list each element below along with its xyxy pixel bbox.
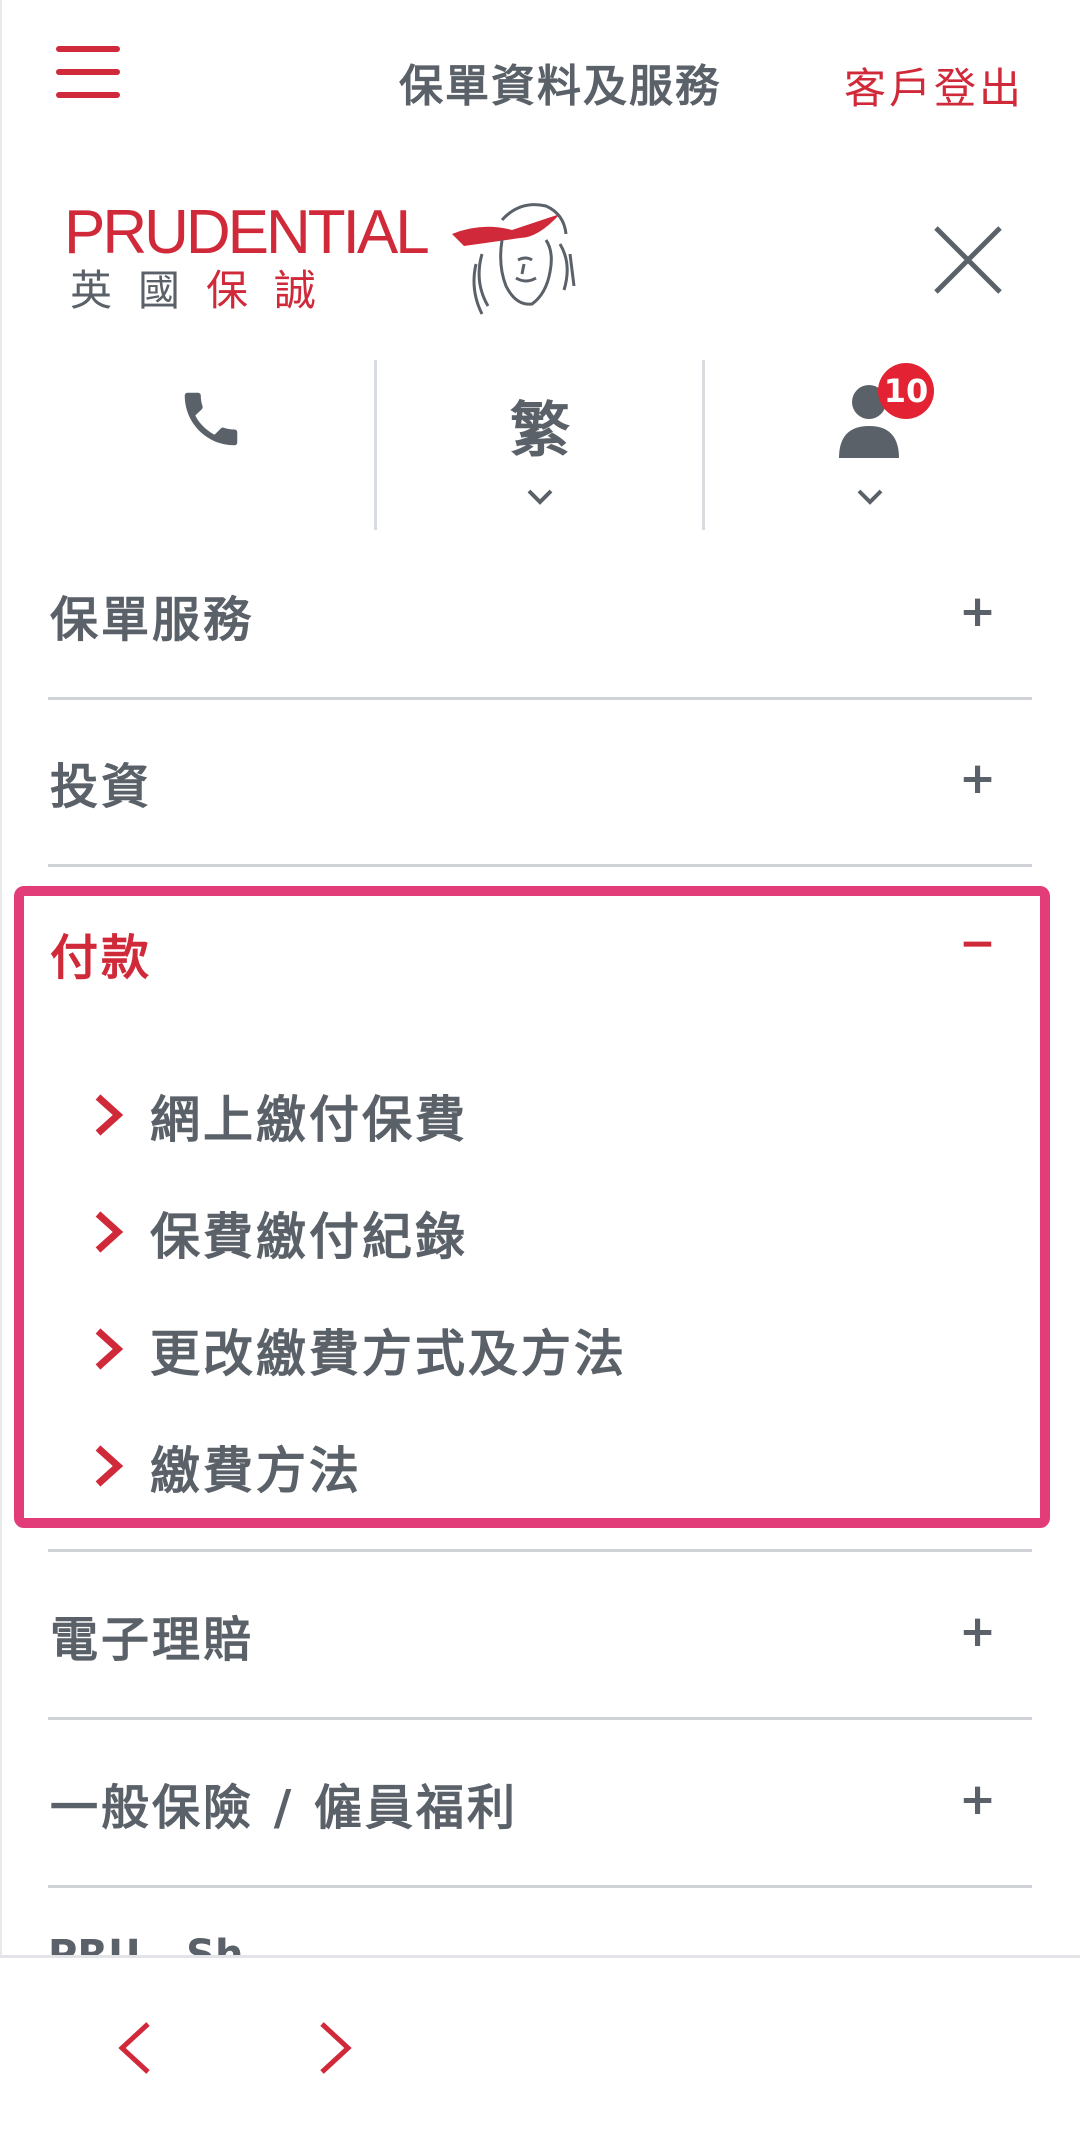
account-menu[interactable] [760,360,980,530]
submenu-label: 保費繳付紀錄 [150,1208,468,1266]
divider [48,1885,1032,1888]
divider [48,697,1032,700]
close-icon[interactable] [930,222,1006,298]
section-e-claims[interactable]: 電子理賠 + [48,1600,1032,1670]
submenu-label: 繳費方法 [150,1442,362,1500]
phone-icon [184,392,238,446]
section-label: 電子理賠 [50,1612,255,1668]
prudential-logo[interactable]: PRUDENTIAL 英國保誠 [64,198,576,320]
browser-nav-bar [0,1955,1080,2131]
chevron-right-icon [95,1211,124,1253]
utility-divider [374,360,377,530]
section-label: 保單服務 [50,592,255,648]
chevron-right-icon[interactable] [310,2018,360,2078]
phone-button[interactable] [100,360,320,530]
section-payment[interactable]: 付款 − [48,918,1032,988]
section-policy-services[interactable]: 保單服務 + [48,580,1032,650]
submenu-label: 網上繳付保費 [150,1091,468,1149]
logo-chinese-red: 保誠 [206,266,343,315]
divider [48,1717,1032,1720]
language-label: 繁 [510,396,570,466]
section-label: 投資 [50,759,153,815]
chevron-right-icon [95,1445,124,1487]
section-investment[interactable]: 投資 + [48,747,1032,817]
expand-icon: + [959,753,996,804]
chevron-down-icon [857,489,883,505]
expand-icon: + [959,586,996,637]
hamburger-icon[interactable] [52,40,122,104]
next-section-peek: PRU...Sh... [48,1932,290,1956]
logo-emblem-icon [452,203,576,315]
chevron-down-icon [527,489,553,505]
chevron-right-icon [95,1094,124,1136]
page-title: 保單資料及服務 [399,61,721,112]
utility-divider [702,360,705,530]
chevron-right-icon [95,1328,124,1370]
page: 保單資料及服務 客戶登出 PRUDENTIAL 英國保誠 繁 10 保單服務 +… [0,0,1080,2131]
top-bar: 保單資料及服務 客戶登出 [0,0,1080,165]
collapse-icon: − [959,918,996,969]
logo-chinese: 英國保誠 [70,266,342,316]
logout-link[interactable]: 客戶登出 [844,55,1024,116]
submenu-label: 更改繳費方式及方法 [150,1325,627,1383]
notification-badge: 10 [878,363,934,419]
logo-chinese-grey: 英國 [70,266,207,315]
expand-icon: + [959,1774,996,1825]
expand-icon: + [959,1606,996,1657]
divider [48,1549,1032,1552]
chevron-left-icon[interactable] [110,2018,160,2078]
logo-wordmark: PRUDENTIAL [64,198,430,267]
language-selector[interactable]: 繁 [430,360,650,530]
section-label: 一般保險 / 僱員福利 [50,1780,518,1836]
section-general-insurance[interactable]: 一般保險 / 僱員福利 + [48,1768,1032,1838]
divider [48,864,1032,867]
left-edge [0,0,2,2131]
section-label: 付款 [50,930,153,986]
